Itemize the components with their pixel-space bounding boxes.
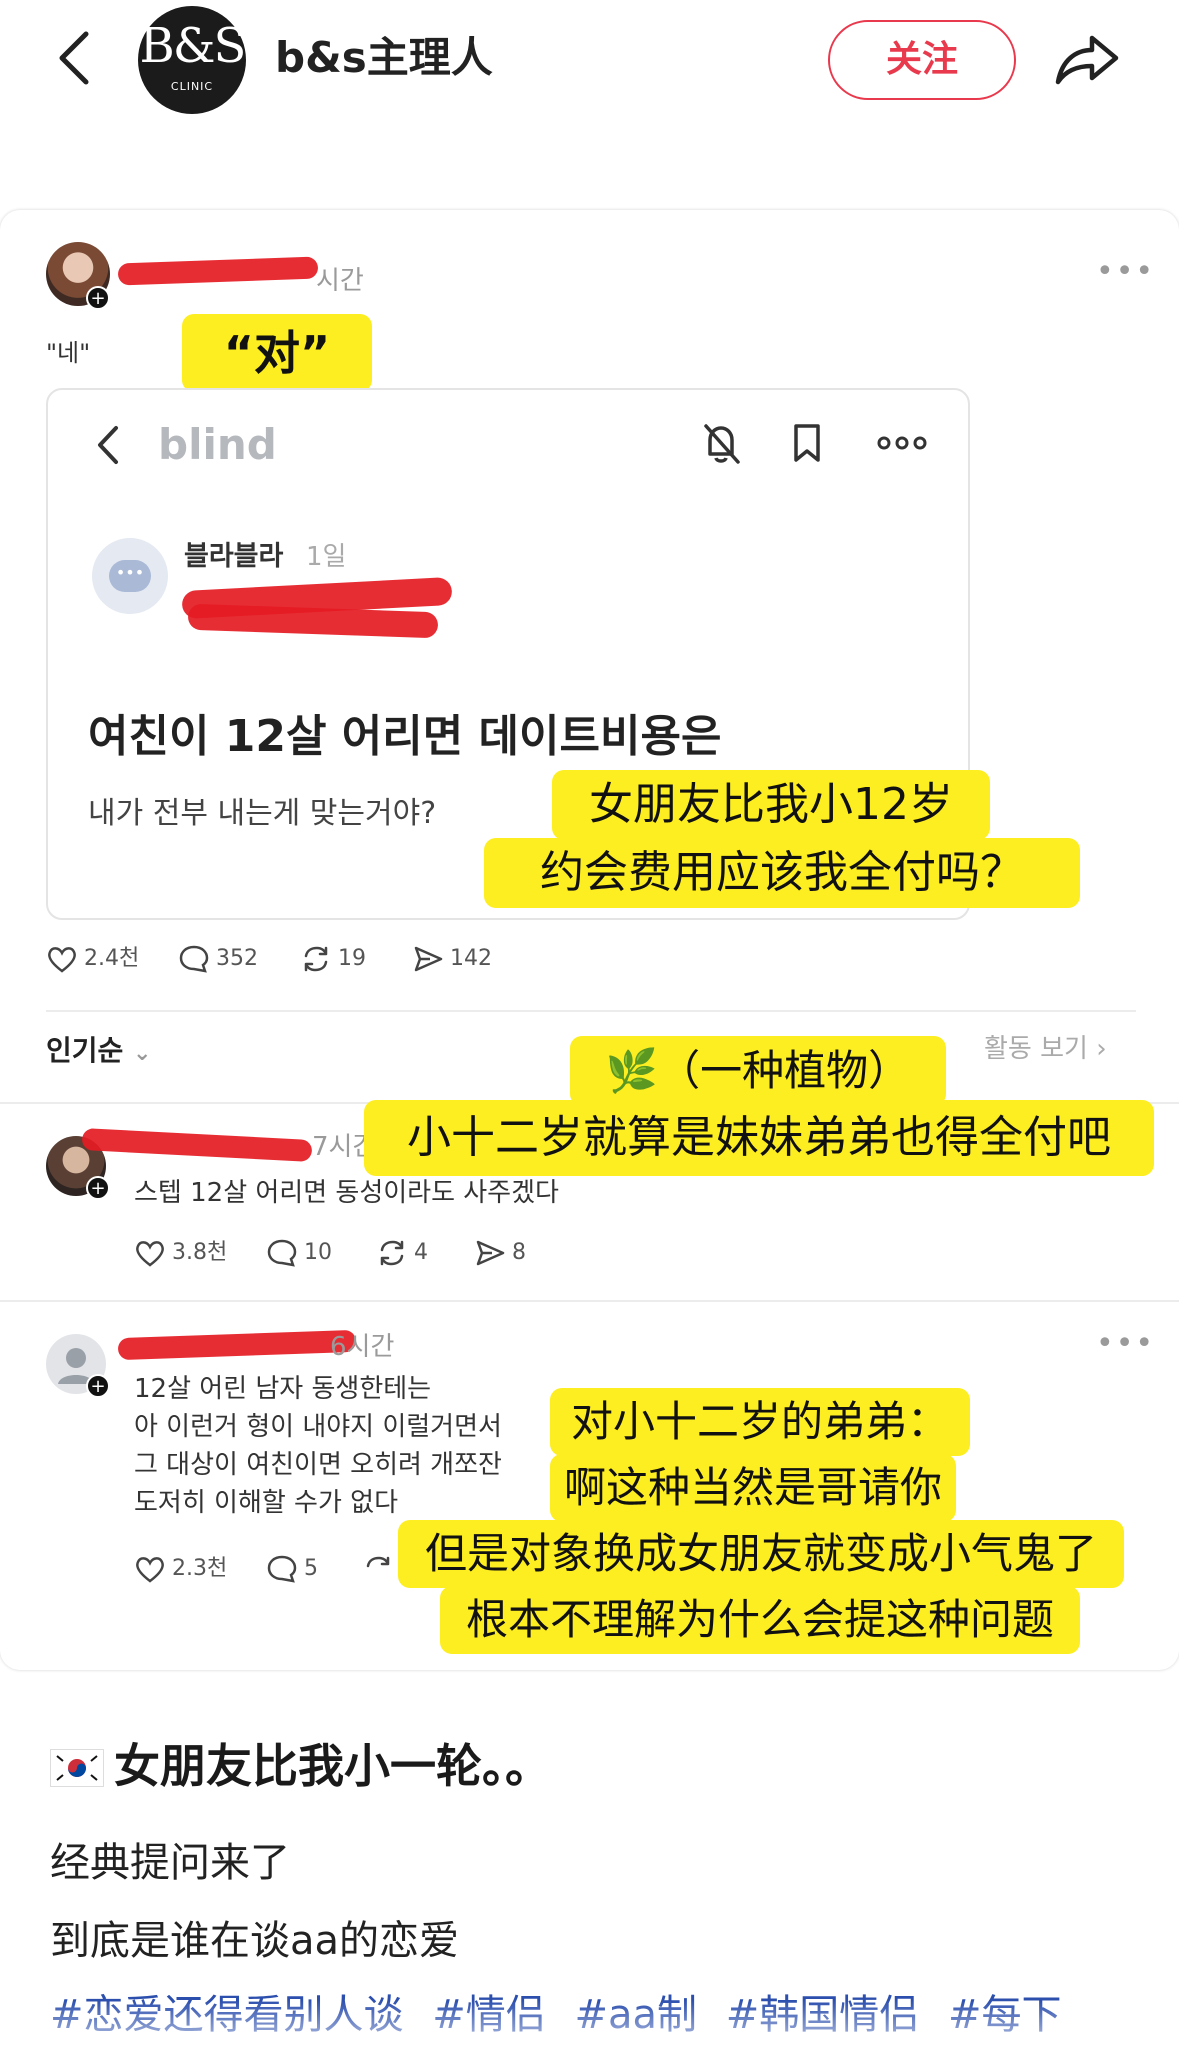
- send-icon: [476, 1240, 505, 1266]
- divider: [46, 1010, 1136, 1012]
- blind-author: 블라블라: [184, 541, 284, 572]
- translation-tag: “对”: [182, 314, 372, 392]
- bell-off-icon: [704, 424, 740, 464]
- heart-icon: [136, 1557, 164, 1583]
- reply-text: 스텝 12살 어리면 동성이라도 사주겠다: [134, 1178, 559, 1208]
- comment-count: 352: [216, 946, 258, 971]
- divider: [0, 1300, 1179, 1302]
- repost-stat[interactable]: 19: [300, 944, 366, 974]
- repost-icon: [380, 1240, 404, 1266]
- like-count: 2.3천: [172, 1556, 228, 1581]
- korea-flag-icon: [50, 1749, 104, 1787]
- share-count: 142: [450, 946, 492, 971]
- caption-line: 到底是谁在谈aa的恋爱: [50, 1918, 460, 1964]
- redaction-mark: [117, 256, 319, 286]
- repost-icon[interactable]: [362, 1554, 394, 1584]
- translation-tag: 女朋友比我小12岁: [552, 770, 990, 840]
- reply-text-line: 그 대상이 여친이면 오히려 개쪼잔: [134, 1450, 502, 1480]
- follow-plus-icon[interactable]: +: [86, 1176, 110, 1200]
- follow-plus-icon[interactable]: +: [86, 1374, 110, 1398]
- blind-logo: blind: [158, 420, 277, 469]
- back-icon[interactable]: [50, 28, 100, 88]
- repost-icon: [304, 946, 328, 972]
- translation-tag: 🌿（一种植物）: [570, 1036, 946, 1106]
- bookmark-icon: [794, 424, 820, 462]
- heart-icon: [136, 1241, 164, 1267]
- reply-text-line: 아 이런거 형이 내야지 이럴거면서: [134, 1412, 502, 1442]
- chevron-down-icon: ⌄: [133, 1041, 152, 1066]
- like-stat[interactable]: 3.8천: [134, 1238, 227, 1268]
- blind-title: 여친이 12살 어리면 데이트비용은: [88, 711, 722, 762]
- translation-tag: 根本不理解为什么会提这种问题: [440, 1586, 1080, 1654]
- account-avatar[interactable]: B&S CLINIC: [138, 6, 246, 114]
- repost-stat[interactable]: 4: [376, 1238, 428, 1268]
- follow-button[interactable]: 关注: [828, 20, 1016, 100]
- comment-icon: [179, 945, 209, 973]
- share-stat[interactable]: 8: [474, 1238, 526, 1268]
- translation-tag: 但是对象换成女朋友就变成小气鬼了: [398, 1520, 1124, 1588]
- redaction-mark: [81, 1127, 313, 1163]
- share-stat[interactable]: 142: [412, 944, 492, 974]
- repost-count: 4: [414, 1240, 428, 1265]
- chevron-right-icon: ›: [1096, 1034, 1107, 1064]
- chat-bubble-icon: •••: [109, 560, 151, 592]
- sort-label: 인기순: [46, 1034, 124, 1067]
- repost-count: 19: [338, 946, 366, 971]
- translation-tag: 约会费用应该我全付吗？: [484, 838, 1080, 908]
- like-count: 2.4천: [84, 946, 140, 971]
- back-icon: [98, 426, 118, 464]
- reply-text-line: 12살 어린 남자 동생한테는: [134, 1374, 432, 1404]
- comment-stat[interactable]: 10: [266, 1238, 332, 1268]
- post-title-text: 女朋友比我小一轮。。: [114, 1739, 551, 1793]
- activity-link[interactable]: 활동 보기 ›: [984, 1030, 1107, 1068]
- comment-stat[interactable]: 5: [266, 1554, 318, 1584]
- like-stat[interactable]: 2.3천: [134, 1554, 227, 1584]
- account-name[interactable]: b&s主理人: [275, 30, 493, 86]
- more-icon: [877, 436, 927, 450]
- more-icon[interactable]: •••: [1096, 1326, 1155, 1361]
- blind-subtitle: 내가 전부 내는게 맞는거야?: [88, 796, 437, 831]
- translation-tag: 小十二岁就算是妹妹弟弟也得全付吧: [364, 1100, 1154, 1176]
- post-time: 시간: [316, 266, 364, 296]
- reply-text-line: 도저히 이해할 수가 없다: [134, 1488, 398, 1518]
- translation-tag: 啊这种当然是哥请你: [550, 1454, 956, 1522]
- comment-count: 5: [304, 1556, 318, 1581]
- bottom-fade: [0, 2000, 1179, 2057]
- share-icon[interactable]: [1052, 26, 1122, 90]
- like-stat[interactable]: 2.4천: [46, 944, 139, 974]
- more-icon[interactable]: •••: [1096, 254, 1155, 289]
- screenshot-card: + 시간 ••• "네" “对” blind ••• 블라블라 1일 여친이 1…: [0, 210, 1179, 1670]
- comment-stat[interactable]: 352: [178, 944, 258, 974]
- comment-icon: [267, 1555, 297, 1583]
- logo-subtext: CLINIC: [170, 80, 214, 93]
- share-count: 8: [512, 1240, 526, 1265]
- comment-icon: [267, 1239, 297, 1267]
- redaction-mark: [117, 1329, 357, 1361]
- blind-time: 1일: [306, 542, 347, 572]
- post-title: 女朋友比我小一轮。。: [50, 1730, 551, 1796]
- logo-text: B&S: [139, 18, 247, 74]
- heart-icon: [48, 947, 76, 973]
- activity-label: 활동 보기: [984, 1034, 1088, 1064]
- send-icon: [414, 946, 443, 972]
- like-count: 3.8천: [172, 1240, 228, 1265]
- redaction-mark: [187, 603, 439, 639]
- reply-time: 6시간: [330, 1332, 395, 1362]
- follow-plus-icon[interactable]: +: [86, 286, 110, 310]
- sort-selector[interactable]: 인기순 ⌄: [46, 1032, 151, 1073]
- post-text: "네": [46, 339, 91, 367]
- comment-count: 10: [304, 1240, 332, 1265]
- caption-line: 经典提问来了: [50, 1840, 290, 1886]
- avatar: •••: [92, 538, 168, 614]
- top-bar: B&S CLINIC b&s主理人 关注: [0, 0, 1179, 130]
- translation-tag: 对小十二岁的弟弟：: [550, 1388, 970, 1456]
